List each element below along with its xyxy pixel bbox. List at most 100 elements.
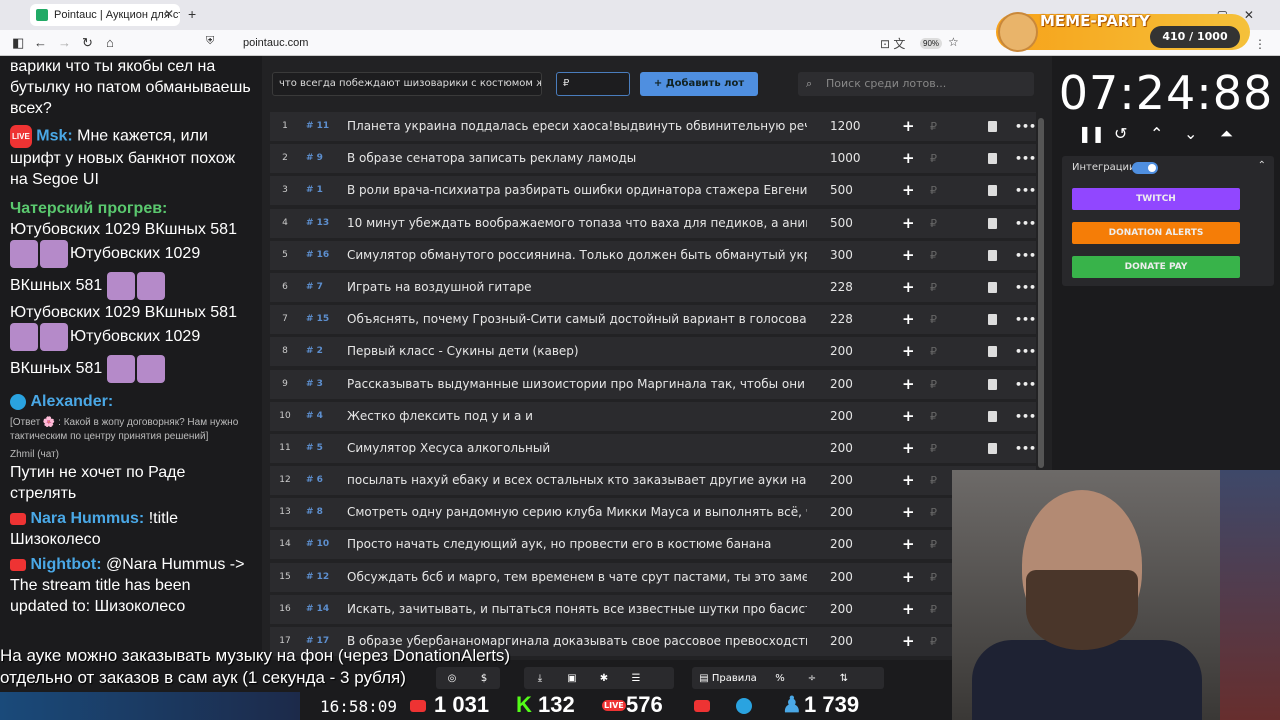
lot-amount[interactable]: 228	[830, 305, 880, 334]
home-icon[interactable]: ⌂	[106, 35, 114, 50]
save-icon[interactable]: ▣	[556, 673, 588, 684]
trash-icon[interactable]	[988, 249, 997, 261]
lot-amount[interactable]: 300	[830, 241, 880, 270]
pause-icon[interactable]: ❚❚	[1078, 124, 1105, 143]
bug-icon[interactable]: ✱	[588, 673, 620, 684]
back-icon[interactable]: ←	[34, 35, 47, 50]
zoom-level[interactable]: 90%	[920, 38, 943, 49]
lot-amount[interactable]: 200	[830, 627, 880, 656]
trash-icon[interactable]	[988, 442, 997, 454]
lot-amount[interactable]: 200	[830, 370, 880, 399]
add-amount-icon[interactable]: +	[902, 209, 915, 238]
lot-title[interactable]: Объяснять, почему Грозный-Сити самый дос…	[347, 305, 807, 334]
add-amount-icon[interactable]: +	[902, 337, 915, 366]
sidebar-icon[interactable]: ◧	[12, 35, 24, 51]
add-amount-icon[interactable]: +	[902, 627, 915, 656]
lot-row[interactable]: 16 # 14 Искать, зачитывать, и пытаться пон…	[270, 594, 1036, 624]
close-icon[interactable]: ✕	[164, 7, 174, 21]
donate-pay-button[interactable]: DONATE PAY	[1072, 256, 1240, 278]
download-icon[interactable]: ⤓	[524, 673, 556, 684]
donation-alerts-button[interactable]: DONATION ALERTS	[1072, 222, 1240, 244]
chevron-up-icon[interactable]: ⌃	[1150, 124, 1163, 143]
lot-amount[interactable]: 500	[830, 209, 880, 238]
trash-icon[interactable]	[988, 346, 997, 358]
lot-amount[interactable]: 200	[830, 434, 880, 463]
split-icon[interactable]: ÷	[796, 673, 828, 684]
lot-title[interactable]: Первый класс - Сукины дети (кавер)	[347, 337, 807, 366]
add-amount-icon[interactable]: +	[902, 595, 915, 624]
lot-row[interactable]: 6 # 7 Играть на воздушной гитаре 228 + ₽ •••	[270, 272, 1036, 302]
url-text[interactable]: pointauc.com	[243, 37, 308, 49]
lot-amount[interactable]: 200	[830, 466, 880, 495]
forward-icon[interactable]: →	[58, 35, 71, 50]
reset-icon[interactable]: ↺	[1114, 124, 1127, 143]
browser-tab[interactable]: Pointauc | Аукцион для стримеров ✕	[30, 4, 180, 26]
trash-icon[interactable]	[988, 314, 997, 326]
double-up-icon[interactable]: ⏶	[1220, 124, 1233, 144]
lot-amount[interactable]: 1200	[830, 112, 880, 141]
add-amount-icon[interactable]: +	[902, 402, 915, 431]
shield-icon[interactable]: ⛨	[206, 35, 214, 48]
more-icon[interactable]: •••	[1015, 337, 1036, 366]
add-amount-icon[interactable]: +	[902, 498, 915, 527]
lot-title[interactable]: Обсуждать бсб и марго, тем временем в ча…	[347, 563, 807, 592]
lot-row[interactable]: 5 # 16 Симулятор обманутого россиянина. То…	[270, 240, 1036, 270]
add-amount-icon[interactable]: +	[902, 466, 915, 495]
trash-icon[interactable]	[988, 378, 997, 390]
lot-title[interactable]: Жестко флексить под у и а и	[347, 402, 807, 431]
sort-icon[interactable]: ⇅	[828, 673, 860, 684]
lot-amount[interactable]: 200	[830, 595, 880, 624]
more-icon[interactable]: •••	[1015, 241, 1036, 270]
lot-title[interactable]: Искать, зачитывать, и пытаться понять вс…	[347, 595, 807, 624]
more-icon[interactable]: •••	[1015, 305, 1036, 334]
lot-row[interactable]: 8 # 2 Первый класс - Сукины дети (кавер) 20…	[270, 337, 1036, 367]
lot-amount[interactable]: 500	[830, 176, 880, 205]
lot-amount[interactable]: 228	[830, 273, 880, 302]
lot-title[interactable]: Смотреть одну рандомную серию клуба Микк…	[347, 498, 807, 527]
add-amount-icon[interactable]: +	[902, 176, 915, 205]
lot-amount[interactable]: 1000	[830, 144, 880, 173]
menu-icon[interactable]: ⋮	[1254, 37, 1266, 51]
add-amount-icon[interactable]: +	[902, 241, 915, 270]
lot-row[interactable]: 15 # 12 Обсуждать бсб и марго, тем времене…	[270, 562, 1036, 592]
lot-row[interactable]: 1 # 11 Планета украина поддалась ереси хао…	[270, 112, 1036, 141]
lot-row[interactable]: 7 # 15 Объяснять, почему Грозный-Сити самы…	[270, 305, 1036, 335]
lot-title[interactable]: Планета украина поддалась ереси хаоса!вы…	[347, 112, 807, 141]
list-icon[interactable]: ☰	[620, 673, 652, 684]
add-lot-button[interactable]: + Добавить лот	[640, 72, 758, 96]
lot-search-input[interactable]: ⌕ Поиск среди лотов...	[798, 72, 1034, 96]
chevron-up-icon[interactable]: ⌃	[1258, 160, 1266, 171]
lot-title[interactable]: Симулятор обманутого россиянина. Только …	[347, 241, 807, 270]
lot-row[interactable]: 11 # 5 Симулятор Хесуса алкогольный 200 + ₽ ••…	[270, 433, 1036, 463]
trash-icon[interactable]	[988, 185, 997, 197]
lot-row[interactable]: 12 # 6 посылать нахуй ебаку и всех остальн…	[270, 466, 1036, 496]
lot-title[interactable]: Просто начать следующий аук, но провести…	[347, 530, 807, 559]
lot-row[interactable]: 13 # 8 Смотреть одну рандомную серию клуба…	[270, 498, 1036, 528]
add-amount-icon[interactable]: +	[902, 530, 915, 559]
lot-row[interactable]: 14 # 10 Просто начать следующий аук, но пр…	[270, 530, 1036, 560]
more-icon[interactable]: •••	[1015, 176, 1036, 205]
trash-icon[interactable]	[988, 410, 997, 422]
rules-button[interactable]: ▤ Правила	[692, 673, 764, 684]
lot-amount[interactable]: 200	[830, 498, 880, 527]
more-icon[interactable]: •••	[1015, 144, 1036, 173]
new-tab-button[interactable]: +	[188, 6, 196, 22]
add-amount-icon[interactable]: +	[902, 563, 915, 592]
lot-row[interactable]: 2 # 9 В образе сенатора записать рекламу л…	[270, 144, 1036, 174]
lot-title[interactable]: Рассказывать выдуманные шизоистории про …	[347, 370, 807, 399]
trash-icon[interactable]	[988, 217, 997, 229]
more-icon[interactable]: •••	[1015, 402, 1036, 431]
lot-row[interactable]: 4 # 13 10 минут убеждать воображаемого топ…	[270, 208, 1036, 238]
lot-row[interactable]: 3 # 1 В роли врача-психиатра разбирать оши…	[270, 176, 1036, 206]
more-icon[interactable]: •••	[1015, 273, 1036, 302]
translate-icon[interactable]: ⊡ 文	[880, 35, 905, 52]
percent-button[interactable]: %	[764, 673, 796, 684]
reload-icon[interactable]: ↻	[82, 35, 93, 51]
more-icon[interactable]: •••	[1015, 112, 1036, 141]
trash-icon[interactable]	[988, 281, 997, 293]
integrations-toggle[interactable]	[1132, 162, 1158, 174]
lot-title[interactable]: Играть на воздушной гитаре	[347, 273, 807, 302]
lot-title-input[interactable]: что всегда побеждают шизоварики с костюм…	[272, 72, 542, 96]
chevron-down-icon[interactable]: ⌄	[1184, 124, 1197, 143]
lot-row[interactable]: 9 # 3 Рассказывать выдуманные шизоистории …	[270, 369, 1036, 399]
